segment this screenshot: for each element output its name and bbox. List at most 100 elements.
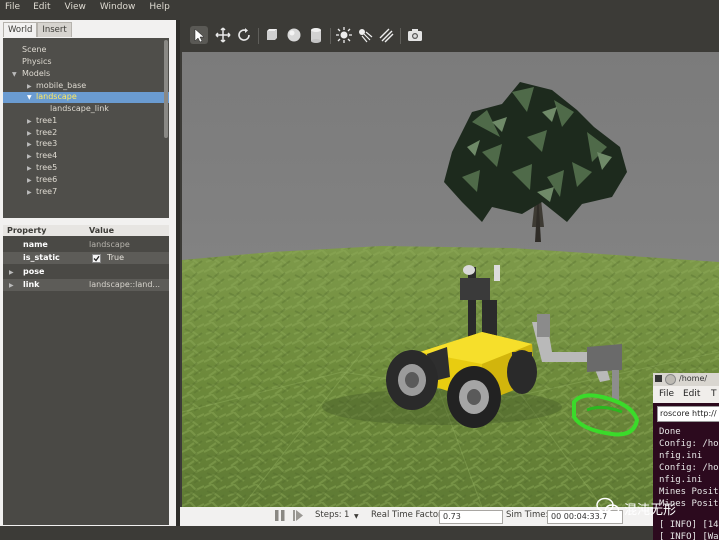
property-row-pose[interactable]: ▶ pose	[3, 266, 169, 278]
terminal-menubar: File Edit T	[653, 386, 719, 403]
chevron-right-icon[interactable]: ▶	[27, 153, 32, 160]
tree-item-tree6[interactable]: ▶ tree6	[3, 175, 169, 186]
chevron-right-icon[interactable]: ▶	[27, 118, 32, 125]
chevron-down-icon[interactable]: ▼	[354, 513, 359, 520]
terminal-title: /home/	[679, 374, 708, 383]
tree-item-landscape-link[interactable]: landscape_link	[3, 104, 169, 115]
chevron-down-icon[interactable]: ▼	[27, 94, 32, 101]
terminal-titlebar[interactable]: /home/	[653, 373, 719, 386]
chevron-right-icon[interactable]: ▶	[27, 177, 32, 184]
terminal-line: Mines Posit	[659, 487, 719, 497]
rotate-mode-icon[interactable]	[235, 26, 253, 44]
tree-item-physics[interactable]: Physics	[3, 57, 169, 68]
wechat-logo-icon	[596, 497, 620, 516]
menu-edit[interactable]: Edit	[33, 0, 50, 15]
menubar: File Edit View Window Help	[0, 0, 719, 15]
rtf-field: 0.73	[439, 510, 503, 524]
wheel	[386, 350, 438, 410]
tree-item-label: tree3	[36, 139, 58, 148]
menu-window[interactable]: Window	[100, 0, 136, 15]
property-row-link[interactable]: ▶ link landscape::land...	[3, 279, 169, 291]
steps-stepper[interactable]: 1	[344, 510, 349, 520]
chevron-right-icon[interactable]: ▶	[9, 282, 14, 289]
property-value: True	[107, 253, 124, 262]
chevron-right-icon[interactable]: ▶	[27, 165, 32, 172]
tree-item-tree5[interactable]: ▶ tree5	[3, 163, 169, 174]
scene-render	[182, 52, 719, 507]
menu-help[interactable]: Help	[149, 0, 170, 15]
toolbar	[180, 20, 719, 52]
panel-splitter[interactable]	[176, 20, 180, 526]
menu-file[interactable]: File	[5, 0, 20, 15]
tree-item-tree7[interactable]: ▶ tree7	[3, 187, 169, 198]
terminal-menu-file[interactable]: File	[659, 389, 674, 399]
tree-item-label: tree6	[36, 175, 58, 184]
terminal-line: Config: /ho	[659, 463, 719, 473]
terminal-tab[interactable]: roscore http://	[657, 406, 719, 422]
tree-item-tree1[interactable]: ▶ tree1	[3, 116, 169, 127]
terminal-line: Config: /ho	[659, 439, 719, 449]
translate-mode-icon[interactable]	[214, 26, 232, 44]
terminal-line: Done	[659, 427, 681, 437]
chevron-down-icon[interactable]: ▼	[12, 71, 17, 78]
cylinder-shape-icon[interactable]	[307, 26, 325, 44]
close-icon[interactable]	[665, 374, 676, 385]
tree-item-label: tree5	[36, 163, 58, 172]
chevron-right-icon[interactable]: ▶	[9, 269, 14, 276]
screenshot-camera-icon[interactable]	[406, 26, 424, 44]
tree-item-label: tree1	[36, 116, 58, 125]
tree-item-label: landscape_link	[50, 104, 109, 113]
property-header: Property Value	[3, 225, 169, 236]
tree-scrollbar[interactable]	[164, 40, 168, 138]
tree-item-label: landscape	[36, 92, 77, 101]
tree-item-tree3[interactable]: ▶ tree3	[3, 139, 169, 150]
terminal-tab-label: roscore http://	[660, 409, 717, 418]
tree-item-landscape[interactable]: ▼ landscape	[3, 92, 169, 103]
tree-item-label: Models	[22, 69, 51, 78]
select-mode-icon[interactable]	[190, 26, 208, 44]
terminal-menu-edit[interactable]: Edit	[683, 389, 700, 399]
point-light-icon[interactable]	[335, 26, 353, 44]
watermark-text: 混沌无形	[624, 503, 677, 518]
directional-light-icon[interactable]	[377, 26, 395, 44]
tree-item-scene[interactable]: Scene	[3, 45, 169, 56]
tree-item-label: mobile_base	[36, 81, 87, 90]
tree-item-label: tree2	[36, 128, 58, 137]
tree-item-tree2[interactable]: ▶ tree2	[3, 128, 169, 139]
property-row-name[interactable]: name landscape	[3, 239, 169, 251]
spot-light-icon[interactable]	[356, 26, 374, 44]
property-panel: Property Value name landscape is_static …	[3, 225, 169, 525]
chevron-right-icon[interactable]: ▶	[27, 141, 32, 148]
scene-viewport[interactable]	[182, 52, 719, 507]
property-name: link	[23, 280, 40, 289]
menu-view[interactable]: View	[65, 0, 86, 15]
terminal-menu-tabs[interactable]: T	[711, 389, 717, 399]
tree-item-label: tree4	[36, 151, 58, 160]
sim-time-label: Sim Time:	[506, 510, 549, 520]
tab-world[interactable]: World	[3, 22, 38, 37]
tree-item-mobile-base[interactable]: ▶ mobile_base	[3, 81, 169, 92]
box-shape-icon[interactable]	[263, 26, 281, 44]
steps-label: Steps:	[315, 510, 342, 520]
rtf-value: 0.73	[443, 512, 461, 521]
pause-icon[interactable]	[274, 509, 286, 525]
step-forward-icon[interactable]	[292, 509, 304, 525]
rtf-label: Real Time Factor:	[371, 510, 445, 520]
tab-insert[interactable]: Insert	[37, 22, 72, 37]
property-row-is-static[interactable]: is_static True	[3, 252, 169, 264]
chevron-right-icon[interactable]: ▶	[27, 130, 32, 137]
chevron-right-icon[interactable]: ▶	[27, 189, 32, 196]
wheel	[507, 350, 537, 394]
wheel	[447, 366, 501, 428]
tree-item-label: Physics	[22, 57, 52, 66]
is-static-checkbox[interactable]	[92, 254, 101, 263]
tree-item-models[interactable]: ▼ Models	[3, 69, 169, 80]
tree-item-tree4[interactable]: ▶ tree4	[3, 151, 169, 162]
property-name: is_static	[23, 253, 60, 262]
terminal-line: [ INFO] [Wa	[659, 532, 719, 540]
tree-item-label: tree7	[36, 187, 58, 196]
chevron-right-icon[interactable]: ▶	[27, 83, 32, 90]
sphere-shape-icon[interactable]	[285, 26, 303, 44]
property-name: name	[23, 240, 48, 249]
terminal-line: [ INFO] [14	[659, 520, 719, 530]
